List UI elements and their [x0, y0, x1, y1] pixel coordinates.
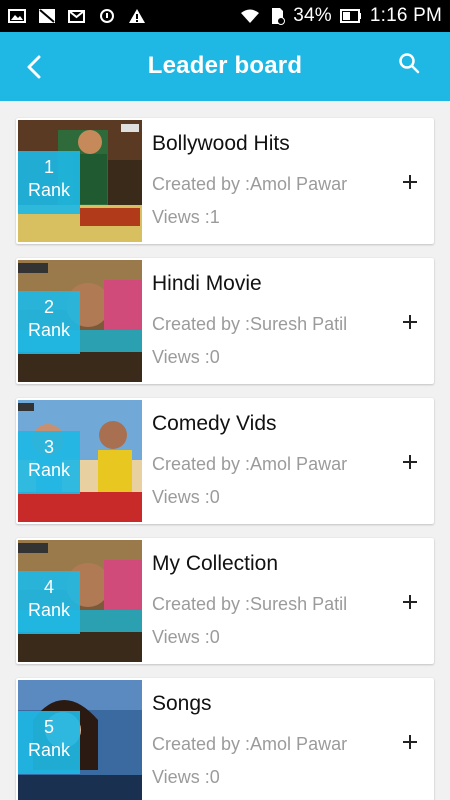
- playlist-title: Songs: [152, 692, 212, 715]
- plus-icon: [403, 315, 417, 329]
- rank-badge: 2 Rank: [18, 291, 80, 354]
- status-bar: 34% 1:16 PM: [0, 0, 450, 32]
- plus-icon: [403, 175, 417, 189]
- leaderboard-item[interactable]: 3 Rank Comedy Vids Created by :Amol Pawa…: [16, 398, 434, 524]
- rank-badge: 5 Rank: [18, 711, 80, 774]
- warning-icon: [129, 9, 145, 23]
- page-title: Leader board: [147, 52, 303, 79]
- leaderboard-item[interactable]: 1 Rank Bollywood Hits Created by :Amol P…: [16, 118, 434, 244]
- rank-label: Rank: [27, 180, 71, 200]
- battery-icon: [339, 9, 361, 23]
- add-button[interactable]: [398, 590, 422, 614]
- search-button[interactable]: [398, 52, 426, 80]
- thumbnail: 5 Rank: [18, 680, 142, 800]
- leaderboard-item[interactable]: 2 Rank Hindi Movie Created by :Suresh Pa…: [16, 258, 434, 384]
- plus-icon: [403, 735, 417, 749]
- playlist-views: Views :0: [152, 767, 220, 787]
- thumbnail: 3 Rank: [18, 400, 142, 522]
- add-button[interactable]: [398, 450, 422, 474]
- playlist-creator: Created by :Amol Pawar: [152, 174, 348, 194]
- rank-label: Rank: [27, 740, 71, 760]
- rank-label: Rank: [27, 320, 71, 340]
- add-button[interactable]: [398, 730, 422, 754]
- search-icon: [399, 53, 420, 74]
- playlist-title: Bollywood Hits: [152, 132, 290, 155]
- playlist-title: Comedy Vids: [152, 412, 277, 435]
- sim-card-icon: [272, 8, 286, 25]
- thumbnail: 2 Rank: [18, 260, 142, 382]
- rank-badge: 4 Rank: [18, 571, 80, 634]
- wifi-icon: [241, 9, 260, 23]
- plus-icon: [403, 595, 417, 609]
- playlist-title: Hindi Movie: [152, 272, 262, 295]
- rank-label: Rank: [27, 460, 71, 480]
- rank-number: 2: [43, 297, 54, 317]
- playlist-creator: Created by :Suresh Patil: [152, 314, 348, 334]
- plus-icon: [403, 455, 417, 469]
- playlist-views: Views :0: [152, 347, 220, 367]
- leaderboard-list[interactable]: 1 Rank Bollywood Hits Created by :Amol P…: [0, 101, 450, 800]
- leaderboard-item[interactable]: 5 Rank Songs Created by :Amol Pawar View…: [16, 678, 434, 800]
- add-button[interactable]: [398, 310, 422, 334]
- status-bar-right: 34% 1:16 PM: [239, 5, 442, 27]
- playlist-views: Views :0: [152, 487, 220, 507]
- gallery-notification-icon: [8, 9, 26, 23]
- rank-badge: 3 Rank: [18, 431, 80, 494]
- thumbnail: 1 Rank: [18, 120, 142, 242]
- rank-badge: 1 Rank: [18, 151, 80, 214]
- playlist-views: Views :0: [152, 627, 220, 647]
- playlist-views: Views :1: [152, 207, 220, 227]
- add-button[interactable]: [398, 170, 422, 194]
- playlist-creator: Created by :Suresh Patil: [152, 594, 348, 614]
- status-time: 1:16 PM: [369, 5, 442, 26]
- sync-notification-icon: [100, 9, 114, 23]
- playlist-creator: Created by :Amol Pawar: [152, 454, 348, 474]
- rank-number: 4: [43, 577, 54, 597]
- rank-label: Rank: [27, 600, 71, 620]
- rank-number: 1: [43, 157, 54, 177]
- mail-notification-icon: [68, 10, 85, 23]
- app-bar: Leader board: [0, 32, 450, 101]
- rank-number: 3: [43, 437, 54, 457]
- playlist-creator: Created by :Amol Pawar: [152, 734, 348, 754]
- blocked-image-notification-icon: [39, 9, 55, 23]
- thumbnail: 4 Rank: [18, 540, 142, 662]
- rank-number: 5: [43, 717, 54, 737]
- playlist-title: My Collection: [152, 552, 279, 575]
- status-bar-left: [8, 8, 146, 24]
- leaderboard-item[interactable]: 4 Rank My Collection Created by :Suresh …: [16, 538, 434, 664]
- battery-percentage: 34%: [293, 5, 332, 26]
